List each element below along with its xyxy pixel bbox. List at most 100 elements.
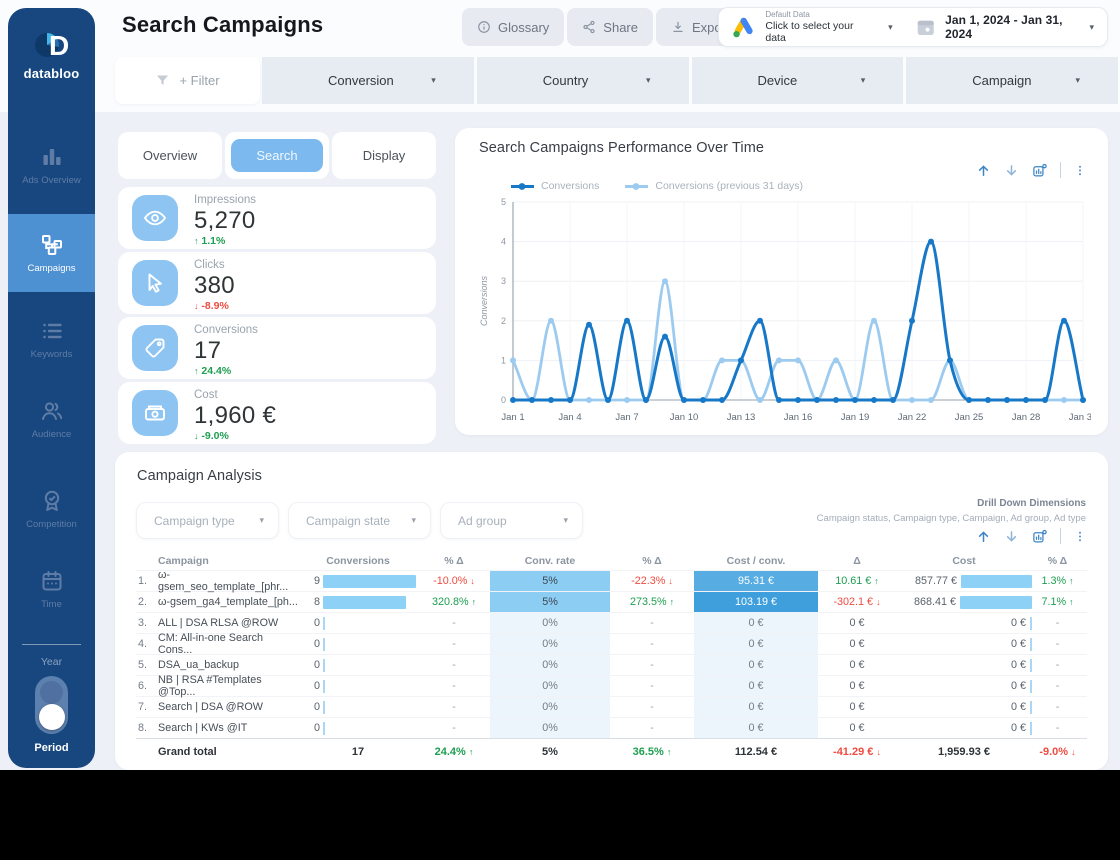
chart-export-icon[interactable] xyxy=(1032,529,1047,544)
kpi-delta: ↑ 1.1% xyxy=(194,235,226,247)
svg-text:Jan 16: Jan 16 xyxy=(784,412,813,423)
delta-up-arrow-icon: ↑ xyxy=(194,366,199,376)
table-row[interactable]: 1. ω-gsem_seo_template_[phr... 9 -10.0% ↓ 5%… xyxy=(136,569,1087,593)
legend-marker-icon xyxy=(511,182,534,190)
total-cost-delta: -9.0% ↓ xyxy=(1032,739,1083,765)
value-delta: 0 € xyxy=(849,617,865,629)
glossary-button[interactable]: Glossary xyxy=(462,8,565,46)
page-title: Search Campaigns xyxy=(122,12,324,37)
table-row[interactable]: 3. ALL | DSA RLSA @ROW 0 - 0% - 0 € 0 € 0 € - xyxy=(136,612,1087,633)
svg-text:1: 1 xyxy=(501,355,506,365)
col-header-cost-per-conv[interactable]: Cost / conv. xyxy=(694,552,818,570)
date-range-value[interactable]: Jan 1, 2024 - Jan 31, 2024 xyxy=(945,13,1089,41)
kpi-delta: ↓ -8.9% xyxy=(194,300,229,312)
pct-delta: - xyxy=(650,701,654,713)
dropdown-campaign-type[interactable]: Campaign type ▾ xyxy=(136,502,279,539)
delta-cell: 0 € xyxy=(818,676,896,696)
filter-dropdown-device[interactable]: Device ▾ xyxy=(691,57,904,104)
toggle-knob[interactable] xyxy=(38,704,65,730)
kebab-icon[interactable] xyxy=(1074,529,1086,544)
pct-delta: - xyxy=(650,680,654,692)
add-filter-button[interactable]: + Filter xyxy=(115,57,260,104)
campaign-name: ALL | DSA RLSA @ROW xyxy=(158,617,279,629)
value-delta: -302.1 € ↓ xyxy=(833,596,881,608)
tab-display[interactable]: Display xyxy=(332,132,436,179)
data-source-selector[interactable]: Default Data Click to select your data xyxy=(765,10,874,43)
header-buttons: Glossary Share Export xyxy=(462,8,745,46)
pct-delta: 1.3% ↑ xyxy=(1041,575,1074,587)
brand-logo[interactable]: D databloo xyxy=(8,24,95,81)
col-header-campaign[interactable]: Campaign xyxy=(158,552,298,570)
delta-cell: 0 € xyxy=(818,613,896,633)
data-source-caret-icon[interactable]: ▾ xyxy=(888,22,893,33)
conv-rate-cell: 0% xyxy=(490,613,610,633)
col-header-cost[interactable]: Cost xyxy=(896,552,1032,570)
delta-down-arrow-icon: ↓ xyxy=(668,576,673,586)
tab-label: Search xyxy=(231,139,323,172)
dropdown-label: Campaign type xyxy=(154,513,235,528)
arrow-down-icon[interactable] xyxy=(1004,529,1019,544)
row-index: 4. xyxy=(138,638,148,650)
kpi-delta: ↑ 24.4% xyxy=(194,365,232,377)
brand-name: databloo xyxy=(23,66,80,81)
legend-item[interactable]: Conversions (previous 31 days) xyxy=(625,180,803,192)
sidebar-item-audience[interactable]: Audience xyxy=(8,384,95,454)
pct-delta: - xyxy=(650,659,654,671)
sidebar-item-keywords[interactable]: Keywords xyxy=(8,306,95,372)
filter-dropdown-campaign[interactable]: Campaign ▾ xyxy=(906,57,1118,104)
sidebar-item-competition[interactable]: Competition xyxy=(8,472,95,546)
kebab-icon[interactable] xyxy=(1074,163,1086,178)
tab-search[interactable]: Search xyxy=(225,132,329,179)
col-header-conv-rate[interactable]: Conv. rate xyxy=(490,552,610,570)
sidebar-item-ads-overview[interactable]: Ads Overview xyxy=(8,130,95,200)
tab-overview[interactable]: Overview xyxy=(118,132,222,179)
pct-delta: -9.0% ↓ xyxy=(1039,746,1076,758)
kpi-label: Impressions xyxy=(194,194,256,206)
pct-delta: - xyxy=(650,722,654,734)
cost-bar xyxy=(960,595,1032,609)
col-header-pct-delta-2[interactable]: % Δ xyxy=(610,552,694,570)
col-header-conversions[interactable]: Conversions xyxy=(298,552,418,570)
table-row[interactable]: 5. DSA_ua_backup 0 - 0% - 0 € 0 € 0 € - xyxy=(136,654,1087,675)
conversions-bar xyxy=(323,658,325,672)
pct-delta: 36.5% ↑ xyxy=(632,746,672,758)
conversions-cell: 8 xyxy=(298,592,418,612)
legend-item[interactable]: Conversions xyxy=(511,180,599,192)
filter-dropdown-conversion[interactable]: Conversion ▾ xyxy=(262,57,474,104)
pct-delta: 273.5% ↑ xyxy=(629,596,675,608)
tab-label: Overview xyxy=(142,148,198,163)
dropdown-ad-group[interactable]: Ad group ▾ xyxy=(440,502,583,539)
cost-delta-cell: 7.1% ↑ xyxy=(1032,592,1083,612)
table-row[interactable]: 4. CM: All-in-one Search Cons... 0 - 0% - 0 € 0… xyxy=(136,632,1087,656)
col-header-pct-delta-1[interactable]: % Δ xyxy=(418,552,490,570)
period-toggle[interactable] xyxy=(35,676,68,734)
campaign-analysis-card: Campaign Analysis Campaign type ▾ Campaign… xyxy=(115,452,1108,770)
conversions-cell: 0 xyxy=(298,655,418,675)
table-row[interactable]: 7. Search | DSA @ROW 0 - 0% - 0 € 0 € 0 € - xyxy=(136,696,1087,717)
arrow-up-icon[interactable] xyxy=(976,529,991,544)
total-conv-rate-delta: 36.5% ↑ xyxy=(610,739,694,765)
kpi-card-clicks: Clicks 380 ↓ -8.9% xyxy=(118,252,436,314)
col-header-delta[interactable]: Δ xyxy=(818,552,896,570)
arrow-down-icon[interactable] xyxy=(1004,163,1019,178)
kpi-card-impressions: Impressions 5,270 ↑ 1.1% xyxy=(118,187,436,249)
cost-per-conv-cell: 0 € xyxy=(694,655,818,675)
legend-marker-icon xyxy=(625,182,649,190)
share-button[interactable]: Share xyxy=(567,8,653,46)
sidebar-item-time[interactable]: Time xyxy=(8,556,95,622)
conversions-cell: 0 xyxy=(298,697,418,717)
table-row[interactable]: 6. NB | RSA #Templates @Top... 0 - 0% - 0 € 0 €… xyxy=(136,674,1087,698)
table-row[interactable]: 2. ω-gsem_ga4_template_[ph... 8 320.8% ↑ 5% 2… xyxy=(136,591,1087,612)
share-icon xyxy=(582,20,596,34)
delta-down-arrow-icon: ↓ xyxy=(470,576,475,586)
conv-rate-delta-cell: - xyxy=(610,655,694,675)
dropdown-campaign-state[interactable]: Campaign state ▾ xyxy=(288,502,431,539)
col-header-pct-delta-3[interactable]: % Δ xyxy=(1032,552,1083,570)
date-range-caret-icon[interactable]: ▾ xyxy=(1089,22,1094,33)
chart-export-icon[interactable] xyxy=(1032,163,1047,178)
svg-text:Jan 25: Jan 25 xyxy=(955,412,984,423)
sidebar-item-campaigns[interactable]: Campaigns xyxy=(8,214,95,292)
filter-dropdown-country[interactable]: Country ▾ xyxy=(476,57,689,104)
arrow-up-icon[interactable] xyxy=(976,163,991,178)
table-row[interactable]: 8. Search | KWs @IT 0 - 0% - 0 € 0 € 0 € - xyxy=(136,717,1087,738)
